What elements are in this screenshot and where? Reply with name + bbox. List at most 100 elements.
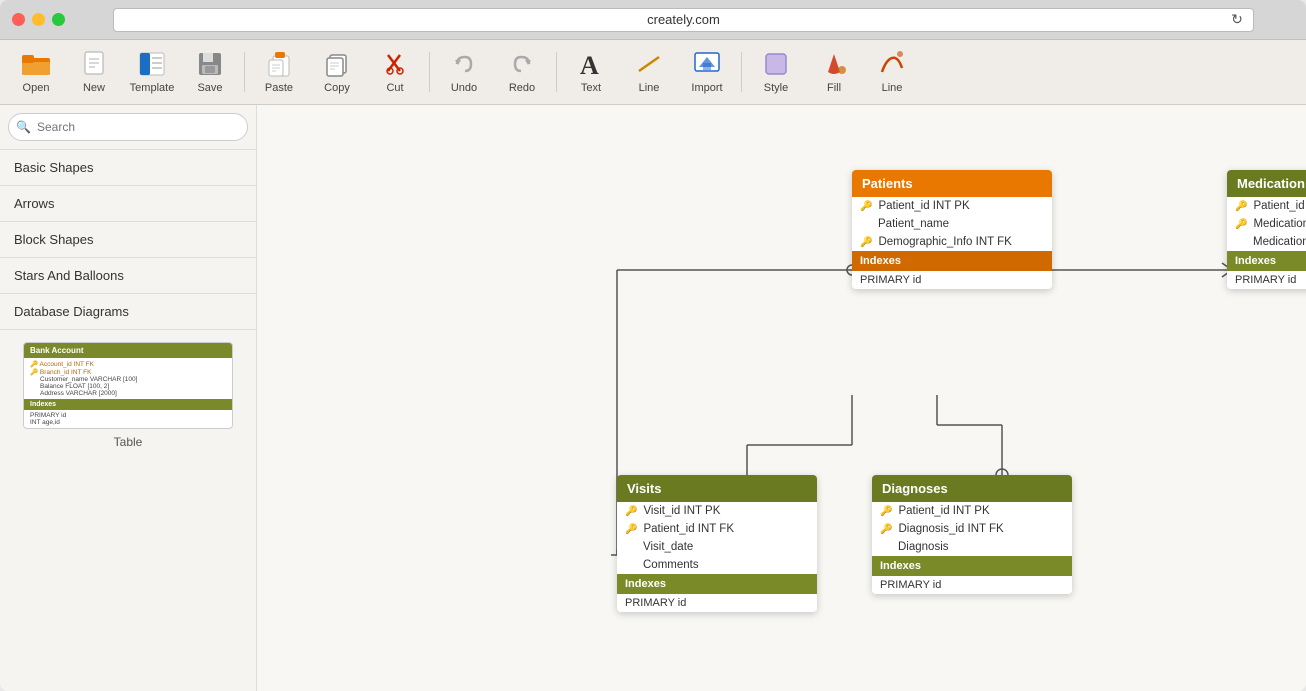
cut-button[interactable]: Cut — [367, 43, 423, 101]
save-button[interactable]: Save — [182, 43, 238, 101]
redo-icon — [508, 50, 536, 78]
search-box: 🔍 — [0, 105, 256, 150]
diagnoses-row-1: 🔑 Patient_id INT PK — [872, 502, 1072, 520]
separator-3 — [556, 52, 557, 92]
paste-icon — [265, 50, 293, 78]
copy-icon — [323, 50, 351, 78]
canvas-area[interactable]: Patients 🔑 Patient_id INT PK Patient_nam… — [257, 105, 1306, 691]
patients-index-row: PRIMARY id — [852, 271, 1052, 289]
patients-header: Patients — [852, 170, 1052, 197]
medication-header: Medication — [1227, 170, 1306, 197]
diagnoses-row-2: 🔑 Diagnosis_id INT FK — [872, 520, 1072, 538]
medication-table[interactable]: Medication 🔑 Patient_id INT PK 🔑 Medicat… — [1227, 170, 1306, 289]
row-text: Visit_id INT PK — [643, 505, 720, 517]
copy-button[interactable]: Copy — [309, 43, 365, 101]
fill-icon — [820, 50, 848, 78]
visits-row-1: 🔑 Visit_id INT PK — [617, 502, 817, 520]
import-icon — [693, 50, 721, 78]
fill-button[interactable]: Fill — [806, 43, 862, 101]
thumbnail-label: Table — [114, 435, 143, 449]
linedraw-button[interactable]: Line — [864, 43, 920, 101]
paste-label: Paste — [265, 82, 293, 94]
sidebar-item-block-shapes[interactable]: Block Shapes — [0, 222, 256, 258]
line-button[interactable]: Line — [621, 43, 677, 101]
row-text: Patient_id INT PK — [878, 200, 969, 212]
style-icon — [762, 50, 790, 78]
template-icon — [138, 50, 166, 78]
search-wrapper: 🔍 — [8, 113, 248, 141]
new-label: New — [83, 82, 105, 94]
row-text: Medication_id INT FK — [1253, 218, 1306, 230]
style-button[interactable]: Style — [748, 43, 804, 101]
visits-table[interactable]: Visits 🔑 Visit_id INT PK 🔑 Patient_id IN… — [617, 475, 817, 612]
folder-icon — [22, 50, 50, 78]
visits-row-4: Comments — [617, 556, 817, 574]
sidebar-item-stars-balloons[interactable]: Stars And Balloons — [0, 258, 256, 294]
style-label: Style — [764, 82, 788, 94]
url-text: creately.com — [647, 12, 720, 27]
template-button[interactable]: Template — [124, 43, 180, 101]
patients-table[interactable]: Patients 🔑 Patient_id INT PK Patient_nam… — [852, 170, 1052, 289]
paste-button[interactable]: Paste — [251, 43, 307, 101]
medication-body: 🔑 Patient_id INT PK 🔑 Medication_id INT … — [1227, 197, 1306, 251]
sidebar-item-database-diagrams[interactable]: Database Diagrams — [0, 294, 256, 330]
diagnoses-header: Diagnoses — [872, 475, 1072, 502]
linedraw-label: Line — [882, 82, 903, 94]
medication-indexes-header: Indexes — [1227, 251, 1306, 271]
separator-2 — [429, 52, 430, 92]
new-button[interactable]: New — [66, 43, 122, 101]
open-button[interactable]: Open — [8, 43, 64, 101]
undo-button[interactable]: Undo — [436, 43, 492, 101]
medication-row-1: 🔑 Patient_id INT PK — [1227, 197, 1306, 215]
cut-icon — [381, 50, 409, 78]
save-label: Save — [197, 82, 222, 94]
key-icon: 🔑 — [860, 237, 872, 248]
separator-4 — [741, 52, 742, 92]
minimize-button[interactable] — [32, 13, 45, 26]
sidebar: 🔍 Basic Shapes Arrows Block Shapes Stars… — [0, 105, 257, 691]
row-text: Patient_id INT FK — [643, 523, 734, 535]
patients-row-2: Patient_name — [852, 215, 1052, 233]
visits-row-2: 🔑 Patient_id INT FK — [617, 520, 817, 538]
text-icon: A — [577, 50, 605, 78]
undo-icon — [450, 50, 478, 78]
close-button[interactable] — [12, 13, 25, 26]
table-thumbnail[interactable]: Bank Account 🔑 Account_id INT FK 🔑 Branc… — [23, 342, 233, 429]
key-icon: 🔑 — [625, 506, 637, 517]
title-bar: creately.com ↻ — [0, 0, 1306, 40]
undo-label: Undo — [451, 82, 477, 94]
app-window: creately.com ↻ Open — [0, 0, 1306, 691]
visits-index-row: PRIMARY id — [617, 594, 817, 612]
sidebar-item-arrows[interactable]: Arrows — [0, 186, 256, 222]
template-label: Template — [130, 82, 175, 94]
row-text: Diagnosis — [880, 541, 949, 553]
traffic-lights — [12, 13, 65, 26]
key-icon: 🔑 — [1235, 219, 1247, 230]
row-text: Patient_id INT PK — [898, 505, 989, 517]
sidebar-item-basic-shapes[interactable]: Basic Shapes — [0, 150, 256, 186]
patients-row-1: 🔑 Patient_id INT PK — [852, 197, 1052, 215]
redo-label: Redo — [509, 82, 535, 94]
text-button[interactable]: A Text — [563, 43, 619, 101]
maximize-button[interactable] — [52, 13, 65, 26]
open-label: Open — [23, 82, 50, 94]
new-icon — [80, 50, 108, 78]
patients-indexes-header: Indexes — [852, 251, 1052, 271]
key-icon: 🔑 — [860, 201, 872, 212]
import-label: Import — [691, 82, 722, 94]
sidebar-scroll: Basic Shapes Arrows Block Shapes Stars A… — [0, 150, 256, 691]
shape-preview-area: Bank Account 🔑 Account_id INT FK 🔑 Branc… — [0, 330, 256, 461]
copy-label: Copy — [324, 82, 350, 94]
import-button[interactable]: Import — [679, 43, 735, 101]
search-input[interactable] — [8, 113, 248, 141]
line-icon — [635, 50, 663, 78]
refresh-button[interactable]: ↻ — [1227, 10, 1247, 30]
redo-button[interactable]: Redo — [494, 43, 550, 101]
diagnoses-table[interactable]: Diagnoses 🔑 Patient_id INT PK 🔑 Diagnosi… — [872, 475, 1072, 594]
key-icon: 🔑 — [880, 524, 892, 535]
svg-text:A: A — [580, 51, 599, 78]
address-bar[interactable]: creately.com ↻ — [113, 8, 1254, 32]
key-icon: 🔑 — [625, 524, 637, 535]
toolbar: Open New — [0, 40, 1306, 105]
visits-body: 🔑 Visit_id INT PK 🔑 Patient_id INT FK Vi… — [617, 502, 817, 574]
